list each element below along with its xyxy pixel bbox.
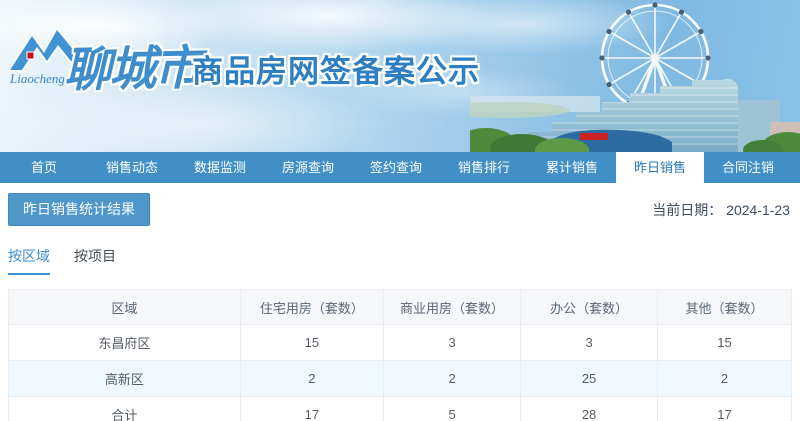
current-date-label: 当前日期： bbox=[652, 202, 722, 218]
column-header-commercial: 商业用房（套数） bbox=[384, 290, 521, 325]
column-header-office: 办公（套数） bbox=[521, 290, 658, 325]
current-date: 当前日期： 2024-1-23 bbox=[652, 200, 790, 220]
table-row-total: 合计 17 5 28 17 bbox=[9, 397, 792, 421]
cell-commercial: 2 bbox=[384, 361, 521, 397]
cell-other: 2 bbox=[658, 361, 792, 397]
column-header-residential: 住宅用房（套数） bbox=[240, 290, 383, 325]
column-header-other: 其他（套数） bbox=[658, 290, 792, 325]
logo-script-text: Liaocheng bbox=[9, 71, 65, 86]
nav-item-listing-search[interactable]: 房源查询 bbox=[264, 152, 352, 183]
view-tabs: 按区域 按项目 bbox=[0, 226, 800, 275]
ferris-wheel-city-scene-image bbox=[470, 0, 800, 152]
nav-item-data-monitoring[interactable]: 数据监测 bbox=[176, 152, 264, 183]
nav-item-home[interactable]: 首页 bbox=[0, 152, 88, 183]
page: Liaocheng 聊城市 商品房网签备案公示 首页 销售动态 数据监测 房源查… bbox=[0, 0, 800, 421]
nav-item-contract-cancellation[interactable]: 合同注销 bbox=[704, 152, 792, 183]
logo-city-text: 聊城市 bbox=[63, 29, 199, 100]
column-header-region: 区域 bbox=[9, 290, 241, 325]
cell-residential: 2 bbox=[240, 361, 383, 397]
tab-by-project[interactable]: 按项目 bbox=[74, 246, 116, 275]
cell-office: 3 bbox=[521, 325, 658, 361]
cell-commercial: 5 bbox=[384, 397, 521, 421]
cell-region: 高新区 bbox=[9, 361, 241, 397]
section-title-badge: 昨日销售统计结果 bbox=[8, 193, 150, 226]
nav-item-cumulative-sales[interactable]: 累计销售 bbox=[528, 152, 616, 183]
cell-commercial: 3 bbox=[384, 325, 521, 361]
cell-other: 15 bbox=[658, 325, 792, 361]
nav-item-sales-ranking[interactable]: 销售排行 bbox=[440, 152, 528, 183]
table-header-row: 区域 住宅用房（套数） 商业用房（套数） 办公（套数） 其他（套数） bbox=[9, 290, 792, 325]
tab-by-region[interactable]: 按区域 bbox=[8, 246, 50, 275]
cell-region: 东昌府区 bbox=[9, 325, 241, 361]
cell-region: 合计 bbox=[9, 397, 241, 421]
current-date-value: 2024-1-23 bbox=[726, 202, 790, 218]
cell-office: 28 bbox=[521, 397, 658, 421]
nav-item-contract-search[interactable]: 签约查询 bbox=[352, 152, 440, 183]
cell-residential: 17 bbox=[240, 397, 383, 421]
cell-residential: 15 bbox=[240, 325, 383, 361]
nav-item-sales-dynamics[interactable]: 销售动态 bbox=[88, 152, 176, 183]
sales-table-wrap: 区域 住宅用房（套数） 商业用房（套数） 办公（套数） 其他（套数） 东昌府区 … bbox=[8, 289, 792, 421]
nav-item-yesterday-sales[interactable]: 昨日销售 bbox=[616, 152, 704, 183]
table-row-hightech-zone: 高新区 2 2 25 2 bbox=[9, 361, 792, 397]
banner-title: 商品房网签备案公示 bbox=[192, 46, 480, 91]
cell-office: 25 bbox=[521, 361, 658, 397]
sales-table: 区域 住宅用房（套数） 商业用房（套数） 办公（套数） 其他（套数） 东昌府区 … bbox=[8, 289, 792, 421]
main-nav: 首页 销售动态 数据监测 房源查询 签约查询 销售排行 累计销售 昨日销售 合同… bbox=[0, 152, 800, 183]
content-area: 昨日销售统计结果 当前日期： 2024-1-23 按区域 按项目 区域 住宅用房… bbox=[0, 183, 800, 421]
cell-other: 17 bbox=[658, 397, 792, 421]
header-banner: Liaocheng 聊城市 商品房网签备案公示 bbox=[0, 0, 800, 152]
table-row-dongchangfu: 东昌府区 15 3 3 15 bbox=[9, 325, 792, 361]
section-head: 昨日销售统计结果 当前日期： 2024-1-23 bbox=[0, 183, 800, 226]
